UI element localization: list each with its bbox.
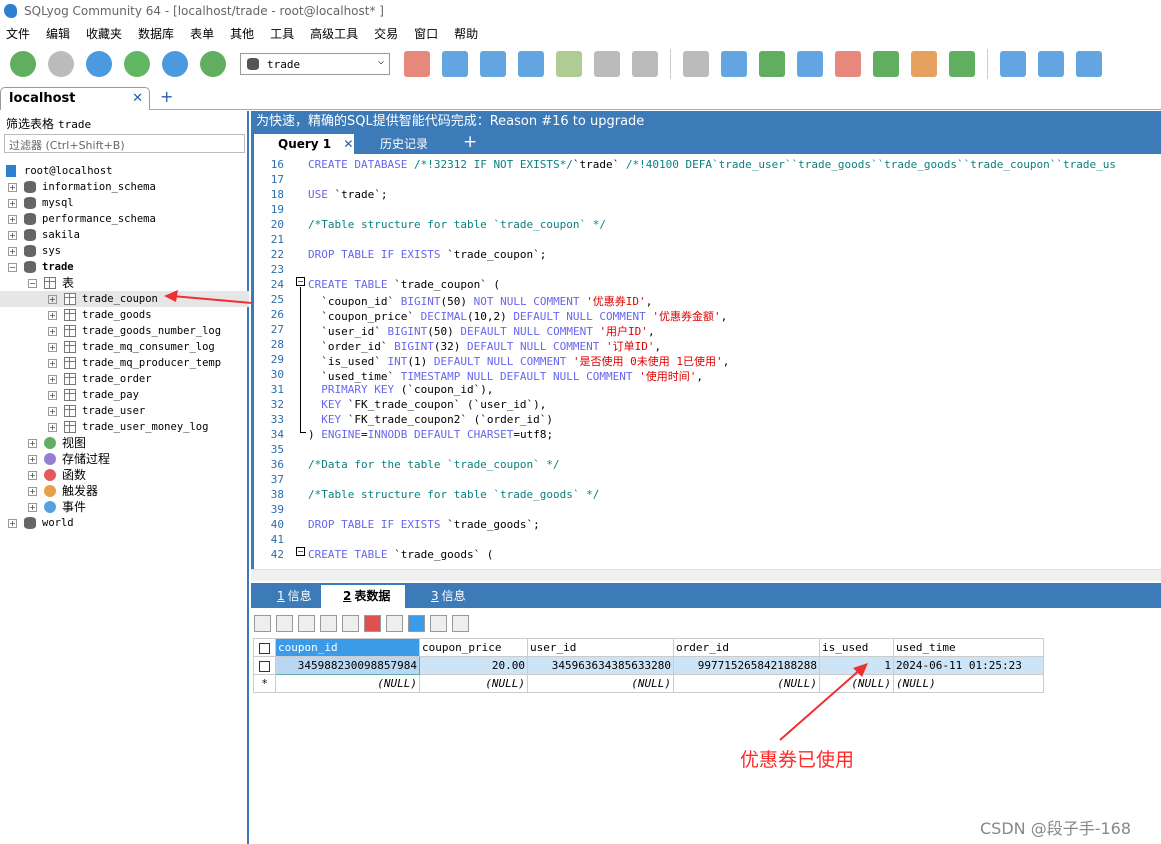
arrow-to-is-used <box>779 663 868 741</box>
annotation-arrows <box>164 290 868 741</box>
arrow-to-trade-coupon <box>164 290 253 304</box>
watermark: CSDN @段子手-168 <box>980 819 1132 838</box>
annotation-text: 优惠券已使用 <box>740 749 855 771</box>
